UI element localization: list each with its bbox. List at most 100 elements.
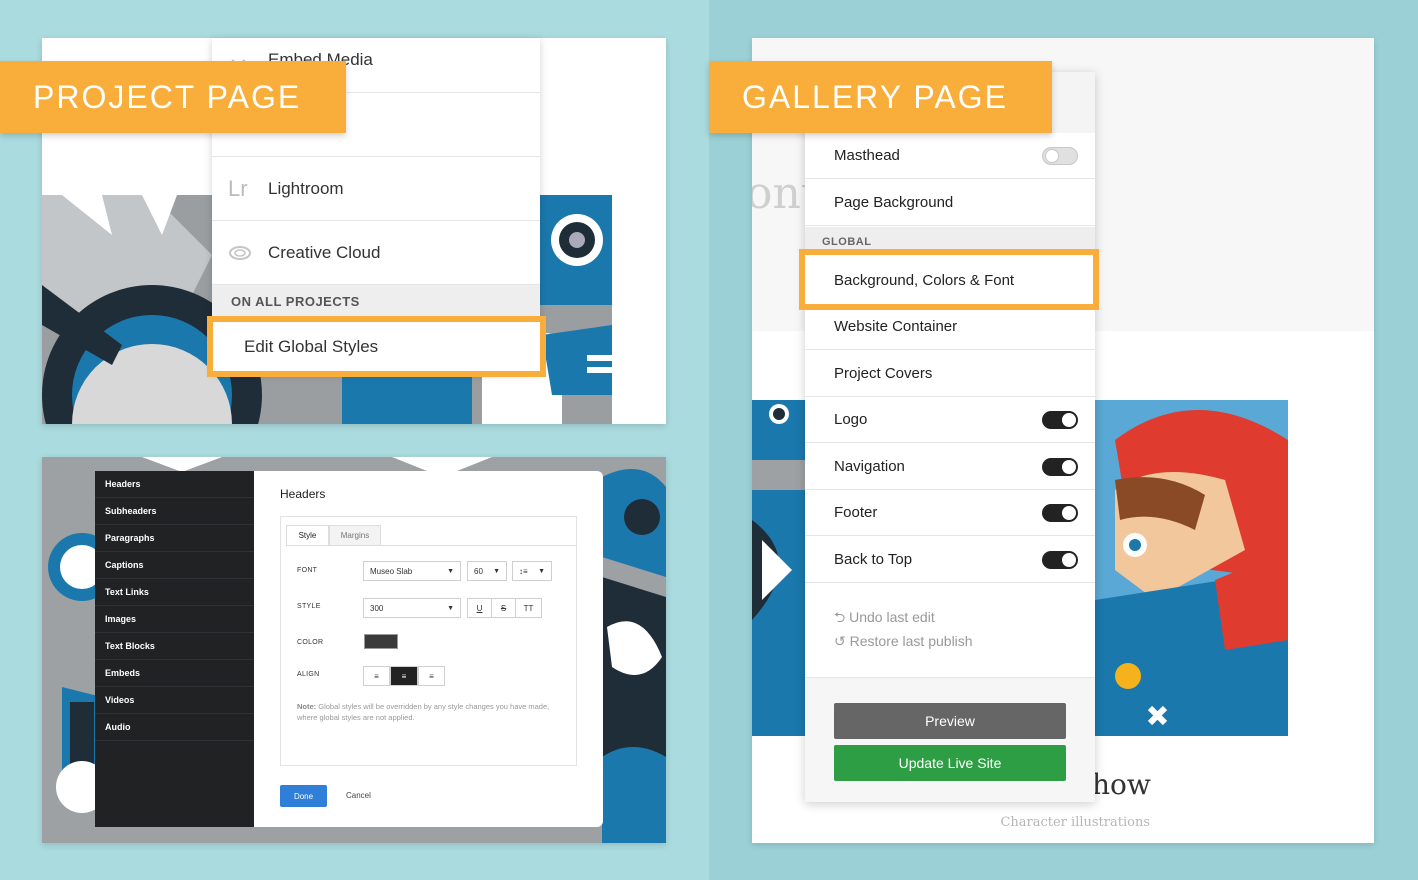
menu-item-label: Page Background [834, 194, 954, 211]
note-text: Global styles will be overridden by any … [297, 702, 550, 722]
uppercase-button[interactable]: TT [515, 598, 542, 618]
tabs-divider [286, 545, 577, 546]
chevron-down-icon: ▼ [493, 567, 500, 575]
back-to-top-toggle[interactable] [1042, 551, 1078, 569]
menu-item-website-container[interactable]: Website Container [805, 304, 1095, 350]
color-swatch[interactable] [364, 634, 398, 649]
sidebar-item-text-links[interactable]: Text Links [95, 579, 254, 606]
menu-item-label: Masthead [834, 147, 900, 164]
menu-item-label: Creative Cloud [268, 242, 381, 262]
menu-item-label: Project Covers [834, 365, 933, 382]
toggle-knob [1062, 413, 1076, 427]
global-styles-note: Note: Global styles will be overridden b… [297, 701, 557, 723]
styles-sidebar: Headers Subheaders Paragraphs Captions T… [95, 471, 254, 827]
background-colors-font-label: Background, Colors & Font [834, 272, 1015, 289]
cancel-button[interactable]: Cancel [346, 791, 371, 800]
underline-button[interactable]: U [467, 598, 492, 618]
align-center-icon: ≡ [401, 671, 407, 681]
lightroom-icon: Lr [228, 175, 248, 201]
restore-label: Restore last publish [849, 633, 973, 649]
sidebar-item-subheaders[interactable]: Subheaders [95, 498, 254, 525]
modal-title: Headers [280, 487, 326, 501]
gallery-caption: Character illustrations [1000, 815, 1150, 830]
gallery-bg-text-bottom: how [1092, 768, 1151, 801]
edit-global-styles-button[interactable]: Edit Global Styles [207, 316, 546, 377]
undo-icon: ⮌ [834, 609, 846, 625]
styles-modal: Headers Style Margins FONT Museo Slab ▼ … [254, 471, 603, 827]
weight-select-value: 300 [370, 603, 384, 613]
align-left-button[interactable]: ≡ [363, 666, 390, 686]
align-label: ALIGN [297, 671, 320, 678]
tab-margins[interactable]: Margins [329, 525, 381, 545]
menu-item-creative-cloud[interactable]: Creative Cloud [212, 221, 540, 285]
menu-item-label: Logo [834, 411, 868, 428]
sidebar-item-text-blocks[interactable]: Text Blocks [95, 633, 254, 660]
chevron-down-icon: ▼ [538, 567, 545, 575]
menu-item-logo[interactable]: Logo [805, 397, 1095, 443]
align-left-icon: ≡ [374, 671, 379, 681]
masthead-toggle[interactable] [1042, 147, 1078, 165]
navigation-toggle[interactable] [1042, 458, 1078, 476]
footer-toggle[interactable] [1042, 504, 1078, 522]
sidebar-item-images[interactable]: Images [95, 606, 254, 633]
align-center-button[interactable]: ≡ [390, 666, 418, 686]
logo-toggle[interactable] [1042, 411, 1078, 429]
menu-item-project-covers[interactable]: Project Covers [805, 351, 1095, 397]
menu-item-label: Lightroom [268, 178, 344, 198]
align-right-icon: ≡ [429, 671, 434, 681]
menu-item-lightroom[interactable]: Lr Lightroom [212, 157, 540, 221]
font-size-value: 60 [474, 566, 483, 576]
menu-item-back-to-top[interactable]: Back to Top [805, 537, 1095, 583]
chevron-down-icon: ▼ [447, 604, 454, 612]
sidebar-item-headers[interactable]: Headers [95, 471, 254, 498]
style-label: STYLE [297, 603, 321, 610]
strikethrough-button[interactable]: S [491, 598, 516, 618]
project-page-callout: PROJECT PAGE [0, 61, 346, 133]
sidebar-item-embeds[interactable]: Embeds [95, 660, 254, 687]
menu-item-label: Back to Top [834, 551, 913, 568]
chevron-down-icon: ▼ [447, 567, 454, 575]
font-size-select[interactable]: 60 ▼ [467, 561, 507, 581]
menu-footer-area [805, 677, 1095, 802]
sidebar-item-captions[interactable]: Captions [95, 552, 254, 579]
toggle-knob [1062, 506, 1076, 520]
gallery-page-callout: GALLERY PAGE [709, 61, 1052, 133]
done-button[interactable]: Done [280, 785, 327, 807]
sidebar-item-audio[interactable]: Audio [95, 714, 254, 741]
undo-label: Undo last edit [849, 609, 935, 625]
toggle-knob [1045, 149, 1059, 163]
menu-item-footer[interactable]: Footer [805, 490, 1095, 536]
align-right-button[interactable]: ≡ [418, 666, 445, 686]
creative-cloud-icon [228, 240, 268, 266]
menu-item-label: Website Container [834, 318, 958, 335]
font-select-value: Museo Slab [370, 566, 413, 576]
gallery-menu: Masthead Page Background GLOBAL Website … [805, 72, 1095, 802]
menu-item-navigation[interactable]: Navigation [805, 444, 1095, 490]
weight-select[interactable]: 300 ▼ [363, 598, 461, 618]
history-icon: ↺ [834, 633, 846, 649]
sidebar-item-videos[interactable]: Videos [95, 687, 254, 714]
tab-style[interactable]: Style [286, 525, 329, 545]
gallery-illustration-mario [1095, 400, 1288, 736]
toggle-knob [1062, 460, 1076, 474]
gallery-illustration-left [752, 400, 806, 736]
edit-global-styles-label: Edit Global Styles [244, 337, 379, 356]
undo-last-edit-link[interactable]: ⮌ Undo last edit [834, 607, 935, 631]
menu-item-label: Navigation [834, 458, 905, 475]
section-on-all-projects: ON ALL PROJECTS [212, 285, 540, 317]
toggle-knob [1062, 553, 1076, 567]
sidebar-item-paragraphs[interactable]: Paragraphs [95, 525, 254, 552]
background-colors-font-button[interactable]: Background, Colors & Font [799, 249, 1099, 310]
font-label: FONT [297, 567, 318, 574]
font-select[interactable]: Museo Slab ▼ [363, 561, 461, 581]
styles-form-box [280, 516, 577, 766]
restore-last-publish-link[interactable]: ↺ Restore last publish [834, 633, 973, 650]
line-height-select[interactable]: ↕≡ ▼ [512, 561, 552, 581]
menu-item-label: Footer [834, 504, 878, 521]
line-height-icon: ↕≡ [519, 566, 528, 576]
color-label: COLOR [297, 639, 324, 646]
menu-item-masthead[interactable]: Masthead [805, 133, 1095, 179]
update-live-site-button[interactable]: Update Live Site [834, 745, 1066, 781]
preview-button[interactable]: Preview [834, 703, 1066, 739]
menu-item-page-background[interactable]: Page Background [805, 180, 1095, 226]
